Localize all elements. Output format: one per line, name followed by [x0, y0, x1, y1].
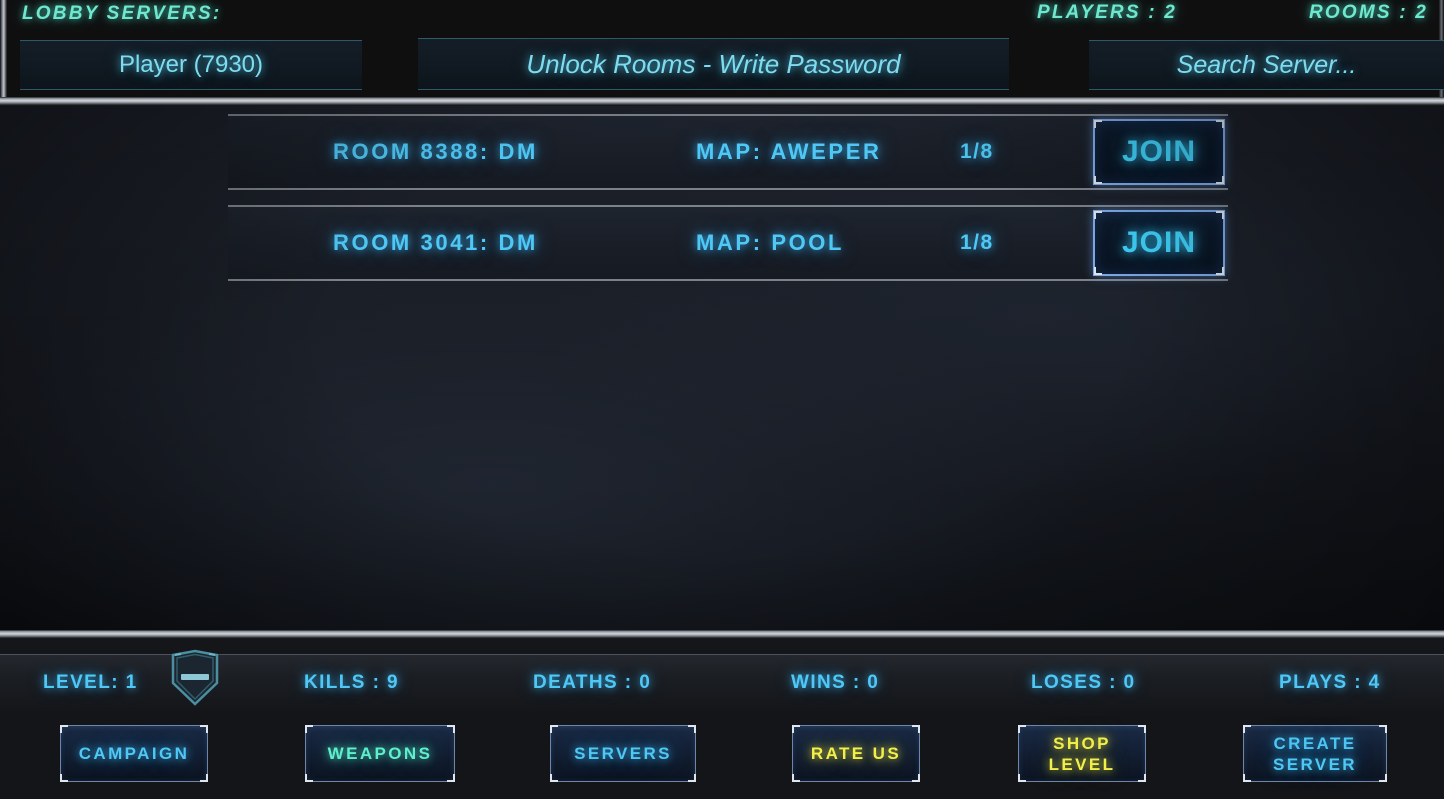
corner-bracket-icon	[1216, 211, 1224, 219]
nav-button-label: RATE US	[810, 744, 902, 763]
room-slots: 1/8	[960, 231, 994, 254]
corner-bracket-icon	[688, 774, 696, 782]
corner-bracket-icon	[1138, 774, 1146, 782]
corner-bracket-icon	[1018, 725, 1026, 733]
corner-bracket-icon	[1138, 725, 1146, 733]
rooms-count-label: ROOMS : 2	[1308, 2, 1428, 23]
room-name: ROOM 3041: DM	[333, 230, 538, 255]
stat-loses: LOSES : 0	[1031, 672, 1136, 693]
nav-button-rate-us[interactable]: RATE US	[792, 725, 920, 782]
nav-button-label: SERVERS	[574, 744, 672, 763]
corner-bracket-icon	[1216, 120, 1224, 128]
nav-button-campaign[interactable]: CAMPAIGN	[60, 725, 208, 782]
join-button-label: JOIN	[1121, 226, 1197, 259]
corner-bracket-icon	[60, 774, 68, 782]
nav-button-label: SHOP LEVEL	[1048, 733, 1116, 774]
join-button-label: JOIN	[1121, 135, 1197, 168]
corner-bracket-icon	[60, 725, 68, 733]
corner-bracket-icon	[305, 774, 313, 782]
table-row[interactable]: ROOM 8388: DM MAP: AWEPER 1/8 JOIN	[228, 114, 1228, 190]
game-lobby-screen: LOBBY SERVERS: PLAYERS : 2 ROOMS : 2 Pla…	[0, 0, 1444, 799]
corner-bracket-icon	[200, 725, 208, 733]
player-stats-bar: LEVEL: 1 KILLS : 9 DEATHS : 0 WINS : 0 L…	[0, 649, 1444, 711]
nav-button-create-server[interactable]: CREATE SERVER	[1243, 725, 1387, 782]
nav-button-label: WEAPONS	[327, 744, 433, 763]
room-map: MAP: AWEPER	[696, 139, 882, 164]
corner-bracket-icon	[550, 725, 558, 733]
corner-bracket-icon	[550, 774, 558, 782]
password-input-placeholder: Unlock Rooms - Write Password	[526, 48, 901, 79]
join-button[interactable]: JOIN	[1093, 210, 1225, 276]
nav-button-label: CREATE SERVER	[1272, 733, 1357, 774]
search-server-input[interactable]: Search Server...	[1089, 40, 1444, 90]
corner-bracket-icon	[1216, 176, 1224, 184]
corner-bracket-icon	[447, 774, 455, 782]
player-name-value: Player (7930)	[118, 51, 264, 78]
header-divider	[0, 97, 1444, 106]
corner-bracket-icon	[305, 725, 313, 733]
corner-bracket-icon	[200, 774, 208, 782]
header-left-edge-trim	[0, 0, 7, 97]
server-list-panel: ROOM 8388: DM MAP: AWEPER 1/8 JOIN ROOM …	[0, 106, 1444, 630]
corner-bracket-icon	[1094, 176, 1102, 184]
corner-bracket-icon	[1243, 774, 1251, 782]
nav-button-label: CAMPAIGN	[78, 744, 190, 763]
nav-button-shop-level[interactable]: SHOP LEVEL	[1018, 725, 1146, 782]
corner-bracket-icon	[1379, 774, 1387, 782]
corner-bracket-icon	[912, 774, 920, 782]
room-slots: 1/8	[960, 140, 994, 163]
shield-rank-icon	[166, 649, 224, 707]
player-name-field[interactable]: Player (7930)	[20, 40, 362, 90]
corner-bracket-icon	[1379, 725, 1387, 733]
room-name: ROOM 8388: DM	[333, 139, 538, 164]
corner-bracket-icon	[1243, 725, 1251, 733]
stat-level: LEVEL: 1	[43, 672, 138, 693]
table-row[interactable]: ROOM 3041: DM MAP: POOL 1/8 JOIN	[228, 205, 1228, 281]
join-button[interactable]: JOIN	[1093, 119, 1225, 185]
stat-deaths: DEATHS : 0	[533, 672, 652, 693]
room-map: MAP: POOL	[696, 230, 845, 255]
stat-plays: PLAYS : 4	[1279, 672, 1381, 693]
corner-bracket-icon	[1094, 211, 1102, 219]
footer-divider	[0, 630, 1444, 639]
corner-bracket-icon	[1018, 774, 1026, 782]
header-bar: LOBBY SERVERS: PLAYERS : 2 ROOMS : 2 Pla…	[0, 0, 1444, 97]
nav-button-servers[interactable]: SERVERS	[550, 725, 696, 782]
stat-kills: KILLS : 9	[304, 672, 399, 693]
corner-bracket-icon	[912, 725, 920, 733]
corner-bracket-icon	[792, 725, 800, 733]
corner-bracket-icon	[1094, 120, 1102, 128]
players-count-label: PLAYERS : 2	[1037, 2, 1177, 23]
corner-bracket-icon	[1216, 267, 1224, 275]
unlock-rooms-password-input[interactable]: Unlock Rooms - Write Password	[418, 38, 1009, 90]
corner-bracket-icon	[447, 725, 455, 733]
page-title: LOBBY SERVERS:	[22, 3, 222, 24]
search-input-placeholder: Search Server...	[1176, 50, 1357, 79]
corner-bracket-icon	[1094, 267, 1102, 275]
corner-bracket-icon	[688, 725, 696, 733]
bottom-nav-bar: CAMPAIGN WEAPONS SERVERS RATE US SHOP LE…	[0, 711, 1444, 799]
nav-button-weapons[interactable]: WEAPONS	[305, 725, 455, 782]
stat-wins: WINS : 0	[791, 672, 880, 693]
corner-bracket-icon	[792, 774, 800, 782]
